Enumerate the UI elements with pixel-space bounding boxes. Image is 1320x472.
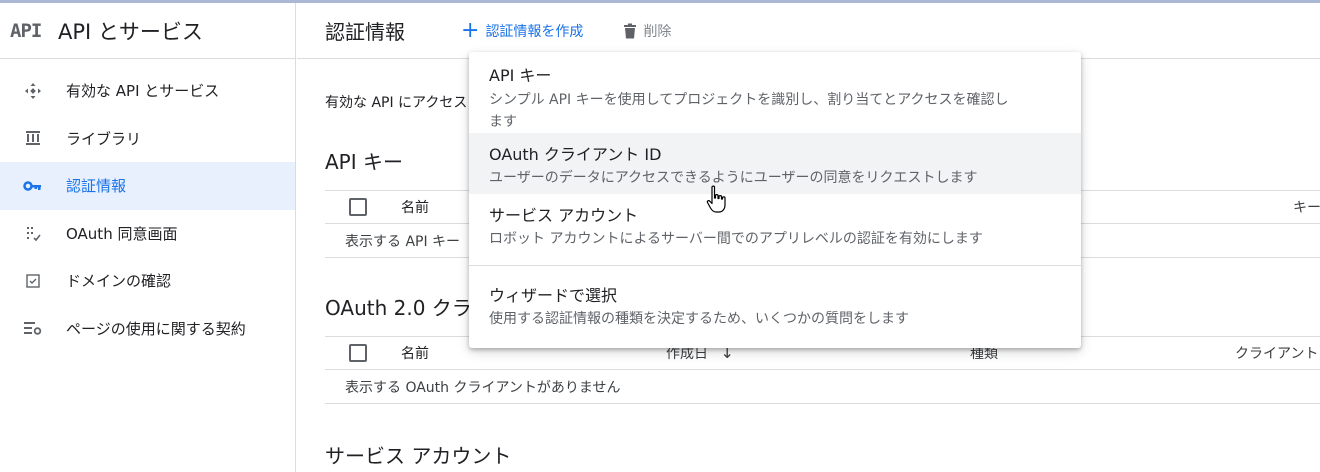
plus-icon: + [461,17,480,43]
menu-item-description: シンプル API キーを使用してプロジェクトを識別し、割り当てとアクセスを確認し [489,92,1009,108]
column-header-name[interactable]: 名前 [401,197,429,217]
sidebar-nav: 有効な API とサービス ライブラリ 認証情報 OAuth 同意画面 ドメイン… [0,59,295,352]
checkbox-icon [0,273,66,289]
oauth-empty-row: 表示する OAuth クライアントがありません [325,370,1320,404]
column-header-name[interactable]: 名前 [401,343,429,363]
menu-item-title: ウィザードで選択 [489,286,618,305]
sidebar-item-label: OAuth 同意画面 [66,224,178,243]
sidebar-item-label: ライブラリ [66,129,142,148]
menu-item-description: ユーザーのデータにアクセスできるようにユーザーの同意をリクエストします [489,170,978,186]
select-all-checkbox[interactable] [349,344,367,362]
sidebar-brand: API API とサービス [0,3,295,59]
create-credentials-menu: API キー シンプル API キーを使用してプロジェクトを識別し、割り当てとア… [469,52,1081,348]
trash-icon [624,23,637,38]
api-keys-title: API キー [325,150,403,174]
sidebar-item-label: 認証情報 [66,177,127,196]
hand-cursor-icon [706,185,726,213]
create-credentials-label: 認証情報を作成 [485,23,584,40]
column-header-client[interactable]: クライアント [1235,343,1318,363]
menu-item-description: 使用する認証情報の種類を決定するため、いくつかの質問をします [489,311,909,327]
oauth-clients-title: OAuth 2.0 クラ [325,296,472,320]
column-header-key[interactable]: キー [1293,197,1320,217]
menu-item-oauth-client-id[interactable]: OAuth クライアント ID ユーザーのデータにアクセスできるようにユーザーの… [469,133,1081,194]
consent-icon [0,224,66,242]
menu-item-description: ロボット アカウントによるサーバー間でのアプリレベルの認証を有効にします [489,231,983,247]
delete-label: 削除 [643,23,672,40]
page-title: 認証情報 [325,20,405,44]
menu-item-title: サービス アカウント [489,206,639,225]
menu-item-title: API キー [489,66,552,85]
menu-item-service-account[interactable]: サービス アカウント ロボット アカウントによるサーバー間でのアプリレベルの認証… [469,195,1081,255]
service-accounts-title: サービス アカウント [325,444,512,468]
sidebar: API API とサービス 有効な API とサービス ライブラリ 認証情報 O… [0,3,296,472]
key-icon [0,180,66,192]
delete-button[interactable]: 削除 [623,21,671,41]
select-all-checkbox[interactable] [349,198,367,216]
sidebar-item-domain-verification[interactable]: ドメインの確認 [0,257,295,305]
sidebar-item-label: ページの使用に関する契約 [66,319,246,338]
sidebar-item-oauth-consent[interactable]: OAuth 同意画面 [0,210,295,258]
library-icon [0,129,66,147]
sidebar-item-page-usage-agreements[interactable]: ページの使用に関する契約 [0,305,295,353]
product-title[interactable]: API とサービス [52,16,203,46]
sidebar-item-library[interactable]: ライブラリ [0,115,295,163]
menu-item-title: OAuth クライアント ID [489,145,662,164]
column-header-created-label: 作成日 [666,346,708,362]
intro-text: 有効な API にアクセス [325,95,468,111]
page-header: 認証情報 + 認証情報を作成 削除 [297,3,1320,59]
menu-item-wizard[interactable]: ウィザードで選択 使用する認証情報の種類を決定するため、いくつかの質問をします [469,274,1081,338]
sidebar-item-enabled-apis[interactable]: 有効な API とサービス [0,67,295,115]
menu-divider [469,265,1081,266]
menu-item-description-cont: ます [489,114,517,130]
empty-message: 表示する OAuth クライアントがありません [345,379,621,396]
sidebar-item-label: ドメインの確認 [66,272,172,291]
settings-list-icon [0,320,66,336]
menu-item-api-key[interactable]: API キー シンプル API キーを使用してプロジェクトを識別し、割り当てとア… [469,62,1081,132]
api-diamond-icon [0,81,66,101]
sidebar-item-label: 有効な API とサービス [66,82,220,101]
api-logo: API [10,19,42,42]
sidebar-item-credentials[interactable]: 認証情報 [0,162,295,210]
empty-message: 表示する API キー [345,233,461,250]
create-credentials-button[interactable]: + 認証情報を作成 [461,17,584,43]
